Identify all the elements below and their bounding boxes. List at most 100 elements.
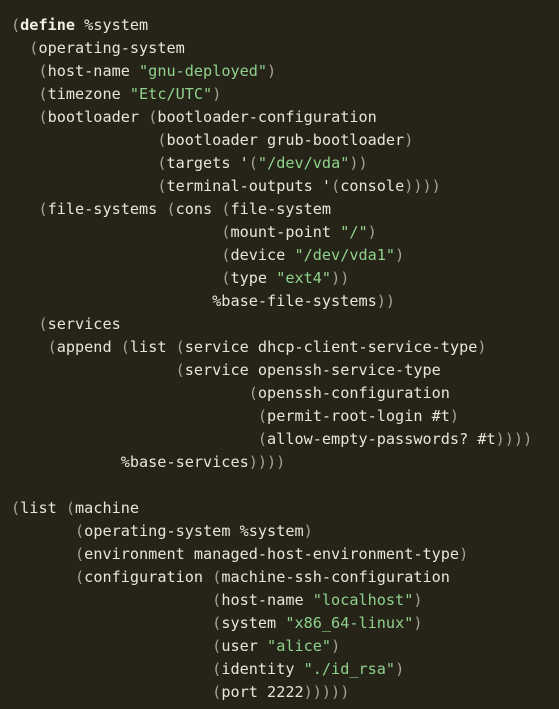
code-paren: ) [413,591,423,609]
code-text: services [47,315,121,333]
code-paren: )))) [248,453,286,471]
code-paren: ( [212,591,222,609]
code-text: openssh-configuration [257,384,450,402]
code-text: allow-empty-passwords? #t [267,430,496,448]
code-string: "/dev/vda" [257,154,350,172]
code-text: type [230,269,277,287]
code-text: host-name [221,591,313,609]
code-text: cons [175,200,222,218]
code-text: device [230,246,295,264]
code-line: (list (machine [11,497,532,520]
code-line: (host-name "gnu-deployed") [11,60,532,83]
code-line: (timezone "Etc/UTC") [11,83,532,106]
code-text: timezone [47,85,130,103]
code-line: (define %system [11,14,532,37]
code-paren: ) [413,614,423,632]
code-line: (system "x86_64-linux") [11,612,532,635]
code-line: (type "ext4")) [11,267,532,290]
code-paren: ( [257,407,268,425]
code-paren: ( [38,85,48,103]
code-line: (targets '("/dev/vda")) [11,152,532,175]
code-text: append [56,338,121,356]
code-line: (file-systems (cons (file-system [11,198,532,221]
code-text: list [20,499,66,517]
code-text: service dhcp-client-service-type [184,338,478,356]
code-line: (openssh-configuration [11,382,532,405]
code-line: (terminal-outputs '(console)))) [11,175,532,198]
code-paren: ( [11,499,21,517]
code-paren: )))) [404,177,441,195]
code-text: identity [221,660,304,678]
code-text: port 2222 [221,683,304,701]
code-text: permit-root-login #t [267,407,450,425]
code-paren: ( [47,338,57,356]
code-paren: )) [376,292,396,310]
code-text: bootloader grub-bootloader [166,131,405,149]
code-text: list [129,338,176,356]
code-text: machine [75,499,140,517]
code-paren: ( [38,200,48,218]
code-line: (service openssh-service-type [11,359,532,382]
code-paren: )) [331,269,350,287]
code-paren: ( [212,660,222,678]
code-string: "localhost" [312,591,414,609]
code-text: %system [75,16,149,34]
code-string: "x86_64-linux" [285,614,414,632]
code-text: environment managed-host-environment-typ… [84,545,460,563]
code-text: configuration [84,568,213,586]
code-text: user [221,637,268,655]
code-line: (host-name "localhost") [11,589,532,612]
code-paren: ( [175,338,185,356]
code-line: (configuration (machine-ssh-configuratio… [11,566,532,589]
code-text: machine-ssh-configuration [221,568,450,586]
code-text: terminal-outputs ' [166,177,332,195]
code-string: "./id_rsa" [303,660,396,678]
code-paren: )))) [495,430,533,448]
code-text: host-name [47,62,140,80]
code-line: %base-file-systems)) [11,290,532,313]
code-text: service openssh-service-type [184,361,441,379]
code-paren: ) [477,338,487,356]
code-paren: ) [404,131,414,149]
code-paren: ( [75,568,85,586]
code-paren: ) [395,660,405,678]
code-string: "gnu-deployed" [139,62,268,80]
code-text: bootloader-configuration [157,108,377,126]
code-text: file-systems [47,200,167,218]
code-text: operating-system [38,39,185,57]
code-paren: ) [459,545,469,563]
code-line: (services [11,313,532,336]
code-text: %base-services [11,453,249,471]
code-paren: ( [75,522,85,540]
code-paren: ( [38,62,48,80]
code-line: (environment managed-host-environment-ty… [11,543,532,566]
code-paren: ( [65,499,76,517]
code-keyword: define [20,16,76,34]
code-paren: ( [248,384,258,402]
code-line: (user "alice") [11,635,532,658]
code-paren: ) [303,522,313,540]
code-paren: ( [120,338,130,356]
